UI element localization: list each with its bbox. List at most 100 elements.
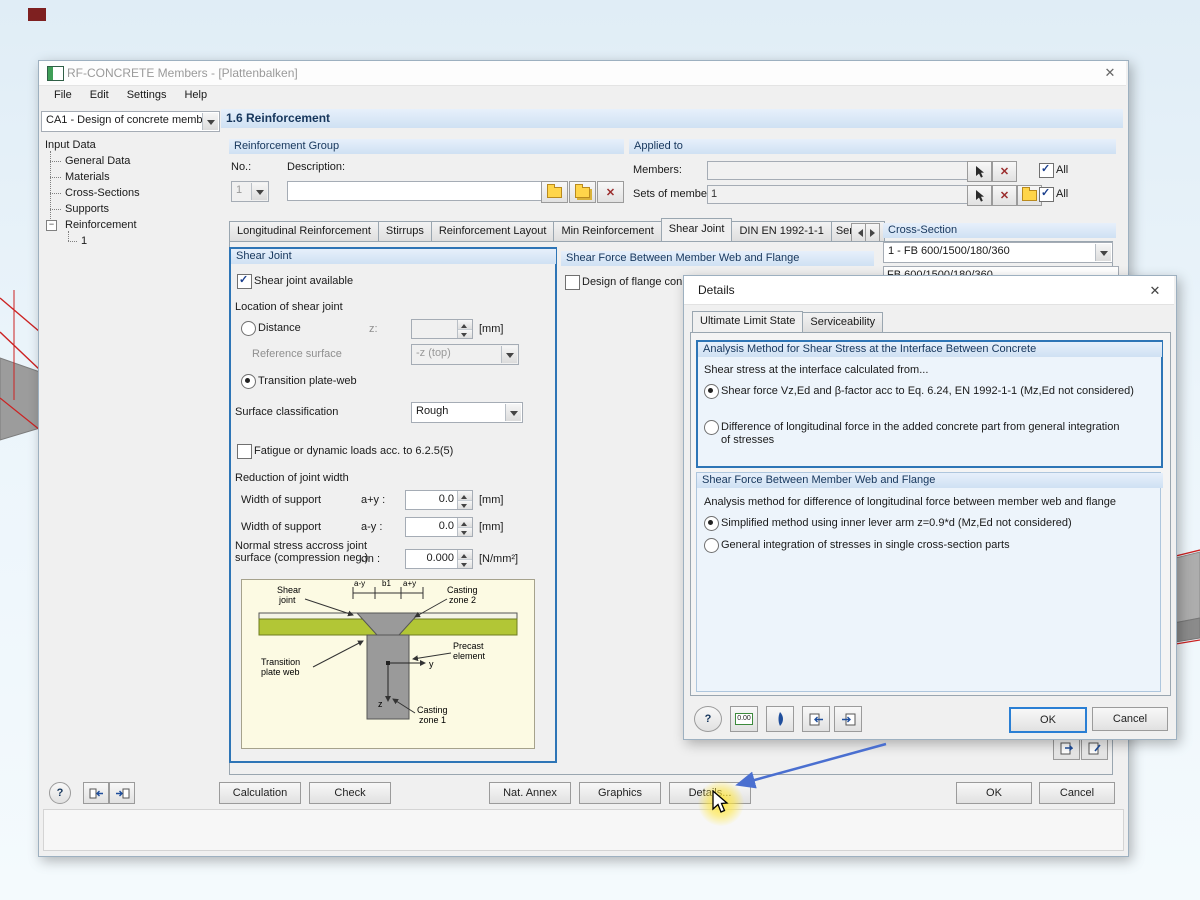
- titlebar[interactable]: RF-CONCRETE Members - [Plattenbalken] ✕: [39, 61, 1126, 86]
- spinner-arrows[interactable]: [457, 491, 472, 509]
- tab-serviceability-details[interactable]: Serviceability: [802, 312, 884, 332]
- check-button[interactable]: Check: [309, 782, 391, 804]
- members-pick-button[interactable]: [967, 161, 992, 182]
- previous-window-button[interactable]: [83, 782, 109, 804]
- tab-ultimate-limit-state[interactable]: Ultimate Limit State: [692, 311, 804, 332]
- tab-scroll-left[interactable]: [851, 223, 866, 242]
- width-support-2-value: 0.0: [438, 520, 454, 532]
- menu-help[interactable]: Help: [175, 85, 216, 106]
- shear-force-beta-label: Shear force Vz,Ed and β-factor acc to Eq…: [721, 385, 1134, 397]
- details-ok-button[interactable]: OK: [1009, 707, 1087, 733]
- calculation-button[interactable]: Calculation: [219, 782, 301, 804]
- flange-design-checkbox[interactable]: [565, 275, 580, 290]
- nat-annex-button[interactable]: Nat. Annex: [489, 782, 571, 804]
- fatigue-label: Fatigue or dynamic loads acc. to 6.2.5(5…: [254, 445, 454, 457]
- shear-force-beta-radio[interactable]: [704, 384, 719, 399]
- tree-root[interactable]: Input Data: [45, 139, 96, 152]
- nabla-button[interactable]: [766, 706, 794, 732]
- sidebar-item-materials[interactable]: Materials: [65, 171, 110, 184]
- close-button[interactable]: ✕: [1097, 64, 1123, 82]
- cancel-button[interactable]: Cancel: [1039, 782, 1115, 804]
- sets-delete-button[interactable]: ✕: [992, 185, 1017, 206]
- transition-plate-web-radio[interactable]: [241, 374, 256, 389]
- distance-radio[interactable]: [241, 321, 256, 336]
- general-integration-radio[interactable]: [704, 538, 719, 553]
- new-group-button[interactable]: [541, 181, 568, 203]
- shear-joint-available-checkbox[interactable]: [237, 273, 252, 289]
- design-case-select[interactable]: CA1 - Design of concrete memb: [41, 111, 220, 132]
- tree-collapse-icon[interactable]: −: [46, 220, 57, 231]
- tab-shear-joint[interactable]: Shear Joint: [660, 218, 733, 241]
- sets-input[interactable]: 1: [707, 185, 971, 204]
- analysis-method-group: [696, 340, 1163, 468]
- z-input[interactable]: [411, 319, 473, 339]
- spinner-arrows[interactable]: [457, 550, 472, 568]
- tab-min-reinforcement[interactable]: Min Reinforcement: [553, 221, 662, 241]
- fatigue-checkbox[interactable]: [237, 444, 252, 459]
- z-label: z:: [369, 323, 378, 335]
- description-label: Description:: [287, 161, 346, 173]
- sidebar-item-supports[interactable]: Supports: [65, 203, 109, 216]
- cursor-icon: [712, 790, 729, 813]
- group-no-select[interactable]: 1: [231, 181, 269, 202]
- details-dialog: Details ✕ Ultimate Limit State Serviceab…: [683, 275, 1177, 740]
- reference-surface-select[interactable]: -z (top): [411, 344, 519, 365]
- delete-x-icon: ✕: [605, 186, 616, 199]
- details-title: Details: [698, 283, 735, 297]
- sidebar-item-reinforcement-1[interactable]: 1: [81, 235, 87, 248]
- copy-group-button[interactable]: [569, 181, 596, 203]
- import-params-button[interactable]: [802, 706, 830, 732]
- delete-x-icon: ✕: [999, 190, 1010, 202]
- sets-pick-button[interactable]: [967, 185, 992, 206]
- members-all-checkbox[interactable]: [1039, 162, 1054, 178]
- tree-guide-stub: [50, 193, 61, 194]
- sidebar-item-general-data[interactable]: General Data: [65, 155, 130, 168]
- menu-file[interactable]: File: [45, 85, 81, 106]
- tab-reinforcement-layout[interactable]: Reinforcement Layout: [430, 221, 555, 241]
- pick-cursor-icon: [976, 166, 984, 178]
- members-input[interactable]: [707, 161, 971, 180]
- longitudinal-difference-radio[interactable]: [704, 420, 719, 435]
- simplified-method-radio[interactable]: [704, 516, 719, 531]
- members-delete-button[interactable]: ✕: [992, 161, 1017, 182]
- window-title: RF-CONCRETE Members - [Plattenbalken]: [67, 66, 298, 80]
- units-decimal-button[interactable]: 0.00: [730, 706, 758, 732]
- graphics-button[interactable]: Graphics: [579, 782, 661, 804]
- spinner-arrows[interactable]: [457, 320, 472, 338]
- width-support-2-input[interactable]: 0.0: [405, 517, 473, 537]
- cross-section-select[interactable]: 1 - FB 600/1500/180/360: [883, 242, 1113, 263]
- flange-design-label: Design of flange conne: [582, 276, 695, 288]
- tab-longitudinal-reinforcement[interactable]: Longitudinal Reinforcement: [229, 221, 379, 241]
- sidebar-item-reinforcement[interactable]: Reinforcement: [65, 219, 137, 232]
- width-support-2-unit: [mm]: [479, 521, 504, 533]
- help-button[interactable]: ?: [49, 782, 71, 804]
- general-integration-label: General integration of stresses in singl…: [721, 539, 1010, 551]
- web-flange-header: Shear Force Between Member Web and Flang…: [697, 473, 1163, 488]
- tree-guide-stub: [68, 241, 77, 242]
- description-input[interactable]: [287, 181, 543, 201]
- tab-scroll-right[interactable]: [865, 223, 880, 242]
- menu-settings[interactable]: Settings: [118, 85, 176, 106]
- details-help-button[interactable]: ?: [694, 706, 722, 732]
- tree-guide-stub: [50, 177, 61, 178]
- delete-group-button[interactable]: ✕: [597, 181, 624, 203]
- cross-section-library-button[interactable]: [1053, 737, 1080, 760]
- pick-cursor-icon: [976, 190, 984, 202]
- tab-din-en-1992[interactable]: DIN EN 1992-1-1: [731, 221, 832, 241]
- details-close-button[interactable]: ✕: [1144, 282, 1166, 300]
- details-cancel-button[interactable]: Cancel: [1092, 707, 1168, 731]
- ok-button[interactable]: OK: [956, 782, 1032, 804]
- spinner-arrows[interactable]: [457, 518, 472, 536]
- menu-edit[interactable]: Edit: [81, 85, 118, 106]
- details-titlebar[interactable]: Details ✕: [684, 276, 1174, 305]
- cross-section-edit-button[interactable]: [1081, 737, 1108, 760]
- surface-classification-select[interactable]: Rough: [411, 402, 523, 423]
- next-window-button[interactable]: [109, 782, 135, 804]
- sidebar-item-cross-sections[interactable]: Cross-Sections: [65, 187, 140, 200]
- width-support-1-input[interactable]: 0.0: [405, 490, 473, 510]
- tab-stirrups[interactable]: Stirrups: [377, 221, 432, 241]
- transition-plate-web-label: Transition plate-web: [258, 375, 357, 387]
- export-params-button[interactable]: [834, 706, 862, 732]
- normal-stress-input[interactable]: 0.000: [405, 549, 473, 569]
- sets-all-checkbox[interactable]: [1039, 186, 1054, 202]
